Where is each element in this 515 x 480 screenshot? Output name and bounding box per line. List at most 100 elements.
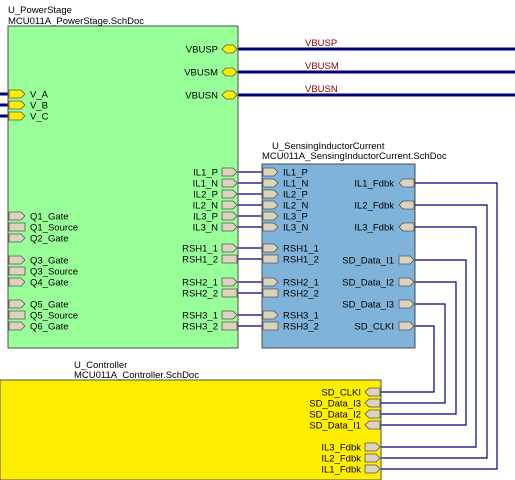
- net-label-vbusn: VBUSN: [305, 84, 338, 95]
- sensing-port-label-sd-clki: SD_CLKI: [354, 322, 394, 333]
- sensing-port-il3-fdbk[interactable]: [398, 222, 415, 232]
- controller-port-sd-clki[interactable]: [364, 387, 381, 397]
- powerstage-port-label-q2-gate: Q2_Gate: [30, 234, 69, 245]
- controller-port-label-sd-data-i3: SD_Data_I3: [309, 399, 361, 410]
- sensing-port-label-il2-p: IL2_P: [283, 190, 308, 201]
- powerstage-port-v-b[interactable]: [8, 100, 26, 110]
- sensing-port-sd-data-i3[interactable]: [398, 299, 415, 309]
- sensing-port-sd-data-i2[interactable]: [398, 277, 415, 287]
- controller-port-label-il1-fdbk: IL1_Fdbk: [321, 465, 361, 476]
- sensing-port-label-rsh3-2: RSH3_2: [283, 322, 319, 333]
- controller-filename: MCU011A_Controller.SchDoc: [74, 370, 199, 381]
- sensing-port-rsh3-2[interactable]: [262, 321, 279, 331]
- schematic-canvas: U_PowerStage MCU011A_PowerStage.SchDoc U…: [0, 5, 515, 480]
- powerstage-port-label-rsh2-1: RSH2_1: [182, 278, 218, 289]
- powerstage-port-q1-gate[interactable]: [8, 211, 26, 221]
- sensing-port-sd-clki[interactable]: [398, 321, 415, 331]
- powerstage-port-q5-gate[interactable]: [8, 299, 26, 309]
- powerstage-port-label-q6-gate: Q6_Gate: [30, 322, 69, 333]
- powerstage-port-label-q5-source: Q5_Source: [30, 311, 78, 322]
- sensing-port-label-sd-data-i2: SD_Data_I2: [342, 278, 394, 289]
- powerstage-port-il1-n[interactable]: [221, 178, 238, 188]
- controller-port-label-sd-clki: SD_CLKI: [321, 388, 361, 399]
- powerstage-port-q6-gate[interactable]: [8, 321, 26, 331]
- controller-port-sd-data-i3[interactable]: [364, 398, 381, 408]
- powerstage-port-il2-p[interactable]: [221, 189, 238, 199]
- net-labels-layer: VBUSP VBUSM VBUSN: [305, 38, 339, 95]
- powerstage-port-v-a[interactable]: [8, 89, 26, 99]
- sensing-port-il2-n[interactable]: [262, 200, 279, 210]
- sensing-port-il3-n[interactable]: [262, 222, 279, 232]
- sensing-port-rsh2-1[interactable]: [262, 277, 279, 287]
- powerstage-port-q4-gate[interactable]: [8, 277, 26, 287]
- sensing-port-rsh1-1[interactable]: [262, 243, 279, 253]
- controller-port-label-il2-fdbk: IL2_Fdbk: [321, 454, 361, 465]
- powerstage-port-il3-p[interactable]: [221, 211, 238, 221]
- powerstage-port-label-rsh1-1: RSH1_1: [182, 244, 218, 255]
- sensing-port-label-sd-data-i3: SD_Data_I3: [342, 300, 394, 311]
- powerstage-port-label-v-c: V_C: [30, 112, 49, 123]
- powerstage-port-label-rsh3-2: RSH3_2: [182, 322, 218, 333]
- powerstage-port-il2-n[interactable]: [221, 200, 238, 210]
- powerstage-port-label-vbusp: VBUSP: [186, 45, 218, 56]
- powerstage-port-vbusm[interactable]: [221, 67, 238, 77]
- sensing-port-il2-fdbk[interactable]: [398, 200, 415, 210]
- sensing-port-label-sd-data-i1: SD_Data_I1: [342, 256, 394, 267]
- sensing-port-il1-n[interactable]: [262, 178, 279, 188]
- powerstage-port-q5-source[interactable]: [8, 310, 26, 320]
- powerstage-port-label-il3-p: IL3_P: [193, 212, 218, 223]
- powerstage-port-rsh3-1[interactable]: [221, 310, 238, 320]
- sensing-port-sd-data-i1[interactable]: [398, 255, 415, 265]
- powerstage-port-rsh2-2[interactable]: [221, 288, 238, 298]
- sensing-port-rsh1-2[interactable]: [262, 254, 279, 264]
- sensing-port-il1-p[interactable]: [262, 167, 279, 177]
- sensing-port-label-il1-fdbk: IL1_Fdbk: [354, 179, 394, 190]
- powerstage-port-label-il3-n: IL3_N: [193, 223, 218, 234]
- powerstage-port-label-q4-gate: Q4_Gate: [30, 278, 69, 289]
- sensing-port-il2-p[interactable]: [262, 189, 279, 199]
- powerstage-port-label-v-a: V_A: [30, 90, 49, 101]
- powerstage-port-q3-gate[interactable]: [8, 255, 26, 265]
- powerstage-port-label-q1-gate: Q1_Gate: [30, 212, 69, 223]
- sensing-port-label-il1-p: IL1_P: [283, 168, 308, 179]
- sensing-port-rsh2-2[interactable]: [262, 288, 279, 298]
- powerstage-designator: U_PowerStage: [8, 5, 72, 16]
- powerstage-port-q1-source[interactable]: [8, 222, 26, 232]
- sensing-port-label-rsh1-2: RSH1_2: [283, 255, 319, 266]
- sensing-port-il1-fdbk[interactable]: [398, 178, 415, 188]
- net-label-vbusm: VBUSM: [305, 61, 339, 72]
- powerstage-port-v-c[interactable]: [8, 111, 26, 121]
- powerstage-port-vbusp[interactable]: [221, 44, 238, 54]
- powerstage-port-label-q1-source: Q1_Source: [30, 223, 78, 234]
- powerstage-filename: MCU011A_PowerStage.SchDoc: [8, 16, 144, 27]
- controller-port-label-sd-data-i2: SD_Data_I2: [309, 410, 361, 421]
- sensing-port-label-rsh1-1: RSH1_1: [283, 244, 319, 255]
- powerstage-port-vbusn[interactable]: [221, 90, 238, 100]
- controller-port-sd-data-i1[interactable]: [364, 420, 381, 430]
- sensing-port-rsh3-1[interactable]: [262, 310, 279, 320]
- net-label-vbusp: VBUSP: [305, 38, 337, 49]
- sensing-port-label-rsh2-1: RSH2_1: [283, 278, 319, 289]
- powerstage-port-rsh1-2[interactable]: [221, 254, 238, 264]
- powerstage-port-label-vbusn: VBUSN: [185, 91, 218, 102]
- powerstage-port-label-rsh3-1: RSH3_1: [182, 311, 218, 322]
- powerstage-port-q3-source[interactable]: [8, 266, 26, 276]
- sensing-port-label-rsh2-2: RSH2_2: [283, 289, 319, 300]
- sensing-port-label-il3-fdbk: IL3_Fdbk: [354, 223, 394, 234]
- powerstage-port-label-vbusm: VBUSM: [184, 68, 218, 79]
- powerstage-port-il1-p[interactable]: [221, 167, 238, 177]
- powerstage-port-label-q5-gate: Q5_Gate: [30, 300, 69, 311]
- powerstage-port-rsh1-1[interactable]: [221, 243, 238, 253]
- controller-port-sd-data-i2[interactable]: [364, 409, 381, 419]
- powerstage-port-rsh2-1[interactable]: [221, 277, 238, 287]
- controller-port-il2-fdbk[interactable]: [364, 453, 381, 463]
- powerstage-port-label-v-b: V_B: [30, 101, 48, 112]
- powerstage-port-label-q3-gate: Q3_Gate: [30, 256, 69, 267]
- powerstage-port-il3-n[interactable]: [221, 222, 238, 232]
- controller-port-il3-fdbk[interactable]: [364, 442, 381, 452]
- sensing-port-il3-p[interactable]: [262, 211, 279, 221]
- sensing-port-label-il3-p: IL3_P: [283, 212, 308, 223]
- controller-port-il1-fdbk[interactable]: [364, 464, 381, 474]
- powerstage-port-rsh3-2[interactable]: [221, 321, 238, 331]
- powerstage-port-q2-gate[interactable]: [8, 233, 26, 243]
